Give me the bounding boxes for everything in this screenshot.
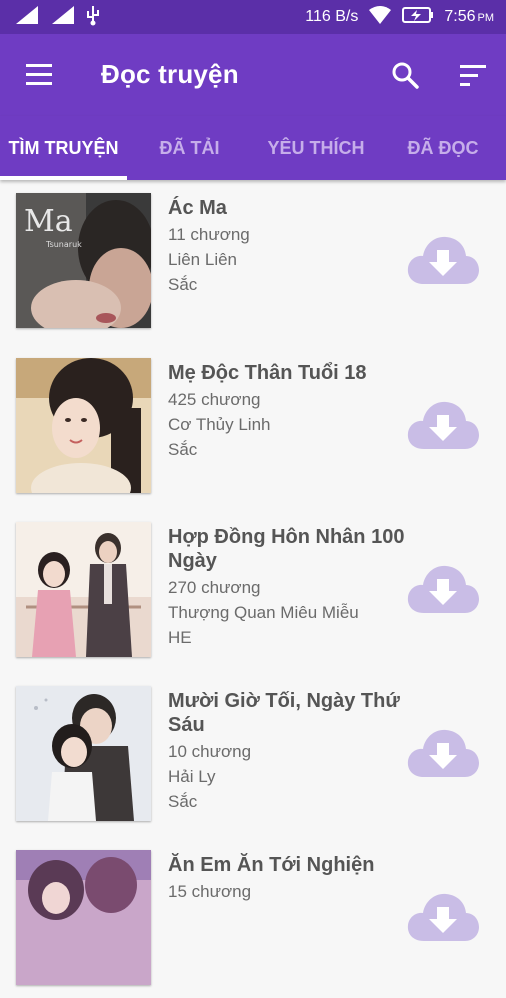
tab-bar: TÌM TRUYỆN ĐÃ TẢI YÊU THÍCH ĐÃ ĐỌC: [0, 116, 506, 180]
story-status: Sắc: [168, 440, 198, 459]
cloud-download-icon: [407, 401, 479, 449]
tab-da-doc[interactable]: ĐÃ ĐỌC: [380, 116, 506, 180]
menu-button[interactable]: [24, 60, 56, 90]
sort-icon: [460, 65, 486, 86]
story-chapters: 11 chương: [168, 225, 250, 244]
story-chapters: 425 chương: [168, 390, 261, 409]
story-cover: [16, 522, 151, 657]
story-cover: [16, 686, 151, 821]
status-left: [14, 4, 100, 31]
tab-da-tai[interactable]: ĐÃ TẢI: [127, 116, 252, 180]
story-item[interactable]: Ma Tsunaruk Ác Ma 11 chương Liên Liên Sắ…: [0, 178, 506, 341]
download-button[interactable]: [406, 399, 480, 451]
cover-subtitle-text: Tsunaruk: [45, 240, 82, 249]
clock: 7:56 PM: [444, 8, 494, 26]
cloud-download-icon: [407, 236, 479, 284]
signal-icon: [14, 5, 40, 30]
story-cover: Ma Tsunaruk: [16, 193, 151, 328]
story-author: Thượng Quan Miêu Miễu: [168, 603, 359, 622]
story-item[interactable]: Mười Giờ Tối, Ngày Thứ Sáu 10 chương Hải…: [0, 671, 506, 834]
cloud-download-icon: [407, 893, 479, 941]
story-chapters: 15 chương: [168, 882, 252, 901]
story-item[interactable]: Ăn Em Ăn Tới Nghiện 15 chương: [0, 835, 506, 998]
story-status: Sắc: [168, 275, 198, 294]
app-bar: Đọc truyện: [0, 34, 506, 116]
story-cover: [16, 358, 151, 493]
clock-ampm: PM: [477, 12, 495, 24]
download-button[interactable]: [406, 891, 480, 943]
download-button[interactable]: [406, 727, 480, 779]
story-list: Ma Tsunaruk Ác Ma 11 chương Liên Liên Sắ…: [0, 180, 506, 995]
network-speed: 116 B/s: [305, 8, 359, 25]
status-right: 116 B/s 7:56 PM: [305, 5, 494, 30]
search-icon: [392, 62, 419, 89]
download-button[interactable]: [406, 563, 480, 615]
story-title: Mẹ Độc Thân Tuổi 18: [168, 362, 367, 384]
story-title: Ăn Em Ăn Tới Nghiện: [168, 854, 375, 876]
cloud-download-icon: [407, 565, 479, 613]
cloud-download-icon: [407, 729, 479, 777]
story-chapters: 270 chương: [168, 578, 261, 597]
signal-icon-2: [50, 5, 76, 30]
story-author: Liên Liên: [168, 250, 238, 269]
story-status: Sắc: [168, 792, 198, 811]
tab-tim-truyen[interactable]: TÌM TRUYỆN: [0, 116, 127, 180]
menu-icon: [26, 64, 52, 85]
status-bar: 116 B/s 7:56 PM: [0, 0, 506, 34]
story-cover: [16, 850, 151, 985]
download-button[interactable]: [406, 234, 480, 286]
cover-title-text: Ma: [24, 204, 73, 239]
story-author: Hải Ly: [168, 767, 216, 786]
story-status: HE: [168, 628, 192, 647]
wifi-icon: [368, 5, 392, 30]
clock-time: 7:56: [444, 8, 476, 25]
battery-icon: [402, 6, 434, 29]
story-item[interactable]: Hợp Đồng Hôn Nhân 100 Ngày 270 chương Th…: [0, 507, 506, 670]
story-chapters: 10 chương: [168, 742, 252, 761]
sort-button[interactable]: [458, 62, 488, 90]
story-item[interactable]: Mẹ Độc Thân Tuổi 18 425 chương Cơ Thủy L…: [0, 343, 506, 506]
story-author: Cơ Thủy Linh: [168, 415, 271, 434]
usb-icon: [86, 4, 100, 31]
tab-yeu-thich[interactable]: YÊU THÍCH: [252, 116, 380, 180]
story-title: Hợp Đồng Hôn Nhân 100 Ngày: [168, 526, 405, 572]
story-title: Ác Ma: [168, 197, 227, 219]
app-title: Đọc truyện: [101, 59, 239, 89]
search-button[interactable]: [389, 60, 421, 92]
story-title: Mười Giờ Tối, Ngày Thứ Sáu: [168, 690, 400, 736]
